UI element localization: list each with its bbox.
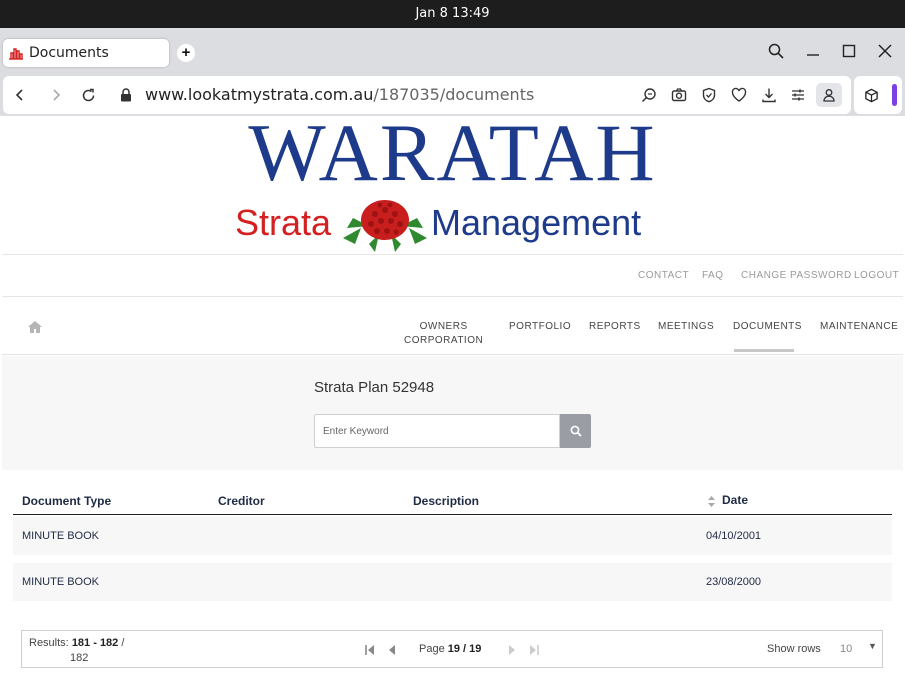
site-favicon-icon [7, 44, 25, 62]
page-current: 19 / 19 [447, 643, 482, 655]
logo-strata-text: Strata [235, 202, 332, 243]
download-icon[interactable] [760, 86, 778, 104]
waratah-flower-icon [343, 200, 427, 252]
col-document-type[interactable]: Document Type [22, 494, 111, 508]
nav-owners-line2: CORPORATION [404, 335, 484, 346]
logo-title: WARATAH [248, 116, 657, 198]
cell-document-type: MINUTE BOOK [22, 530, 100, 542]
change-password-link[interactable]: CHANGE PASSWORD [741, 270, 852, 281]
clock[interactable]: Jan 8 13:49 [415, 6, 489, 21]
web-page: WARATAH Strata Management CONTACT FAQ CH… [2, 116, 903, 676]
search-section: Strata Plan 52948 [2, 356, 903, 470]
pagination-bar: Results: 181 - 182 / 182 Page 19 / 19 Sh… [21, 630, 883, 668]
nav-portfolio[interactable]: PORTFOLIO [509, 320, 571, 334]
minimize-window-icon[interactable] [803, 41, 823, 61]
previous-page-icon[interactable] [387, 644, 397, 656]
keyword-search-input[interactable] [314, 414, 560, 448]
faq-link[interactable]: FAQ [702, 270, 724, 281]
favorite-heart-icon[interactable] [730, 86, 748, 104]
next-page-icon[interactable] [507, 644, 517, 656]
lock-icon[interactable] [117, 86, 135, 104]
url-path: /187035/documents [373, 85, 535, 104]
cell-document-type: MINUTE BOOK [22, 576, 100, 588]
contact-link[interactable]: CONTACT [638, 270, 689, 281]
search-icon [570, 425, 582, 437]
extension-cube-icon[interactable] [862, 86, 880, 104]
profile-avatar-icon[interactable] [816, 83, 842, 107]
page-indicator: Page 19 / 19 [419, 643, 481, 655]
screenshot-camera-icon[interactable] [670, 86, 688, 104]
logout-link[interactable]: LOGOUT [854, 270, 899, 281]
settings-sliders-icon[interactable] [789, 86, 807, 104]
results-total: 182 [70, 652, 89, 664]
nav-maintenance[interactable]: MAINTENANCE [820, 320, 898, 334]
nav-meetings[interactable]: MEETINGS [658, 320, 714, 334]
last-page-icon[interactable] [529, 644, 539, 656]
logo-management-text: Management [431, 202, 642, 243]
nav-owners-line1: OWNERS [419, 321, 468, 332]
forward-arrow-icon[interactable] [47, 86, 65, 104]
browser-navigation-bar: www.lookatmystrata.com.au/187035/documen… [0, 74, 905, 116]
dropdown-caret-icon[interactable]: ▼ [868, 641, 877, 651]
account-links-bar: CONTACT FAQ CHANGE PASSWORD LOGOUT [2, 254, 903, 297]
search-button[interactable] [560, 414, 591, 448]
table-header-divider [13, 514, 892, 515]
os-top-bar: Jan 8 13:49 [0, 0, 905, 28]
table-row[interactable]: MINUTE BOOK 04/10/2001 [13, 517, 892, 555]
nav-reports[interactable]: REPORTS [589, 320, 641, 334]
nav-owners-corporation[interactable]: OWNERS CORPORATION [404, 320, 483, 348]
shield-icon[interactable] [700, 86, 718, 104]
close-window-icon[interactable] [875, 41, 895, 61]
find-in-page-icon[interactable] [640, 86, 658, 104]
address-bar[interactable]: www.lookatmystrata.com.au/187035/documen… [3, 76, 851, 114]
reload-icon[interactable] [79, 86, 97, 104]
new-tab-button[interactable]: + [177, 44, 195, 62]
home-icon[interactable] [27, 320, 43, 334]
nav-documents[interactable]: DOCUMENTS [733, 320, 802, 334]
show-rows-label: Show rows [767, 643, 821, 655]
browser-tab-documents[interactable]: Documents [3, 39, 169, 67]
results-range: 181 - 182 [71, 637, 119, 649]
url-host: www.lookatmystrata.com.au [145, 85, 374, 104]
tab-strip: Documents + [0, 28, 905, 74]
sidebar-indicator[interactable] [892, 84, 897, 106]
page-title: Strata Plan 52948 [314, 379, 435, 396]
col-description[interactable]: Description [413, 494, 479, 508]
maximize-window-icon[interactable] [839, 41, 859, 61]
sort-icon[interactable] [708, 496, 715, 507]
active-tab-underline [734, 349, 794, 352]
url-text[interactable]: www.lookatmystrata.com.au/187035/documen… [145, 85, 534, 104]
results-separator: / [121, 637, 125, 649]
extensions-area [854, 76, 902, 114]
company-logo[interactable]: WARATAH Strata Management [235, 116, 670, 252]
table-row[interactable]: MINUTE BOOK 23/08/2000 [13, 563, 892, 601]
cell-date: 23/08/2000 [706, 576, 762, 588]
back-arrow-icon[interactable] [11, 86, 29, 104]
cell-date: 04/10/2001 [706, 530, 762, 542]
tab-title: Documents [29, 45, 109, 61]
first-page-icon[interactable] [365, 644, 375, 656]
page-label: Page [419, 643, 445, 655]
search-tabs-icon[interactable] [766, 41, 786, 61]
results-summary: Results: 181 - 182 / 182 [29, 636, 124, 666]
rows-per-page-select[interactable]: 10 [840, 643, 852, 655]
results-label: Results: [29, 637, 69, 649]
main-navigation: OWNERS CORPORATION PORTFOLIO REPORTS MEE… [2, 298, 903, 355]
col-creditor[interactable]: Creditor [218, 494, 265, 508]
col-date[interactable]: Date [722, 493, 748, 507]
